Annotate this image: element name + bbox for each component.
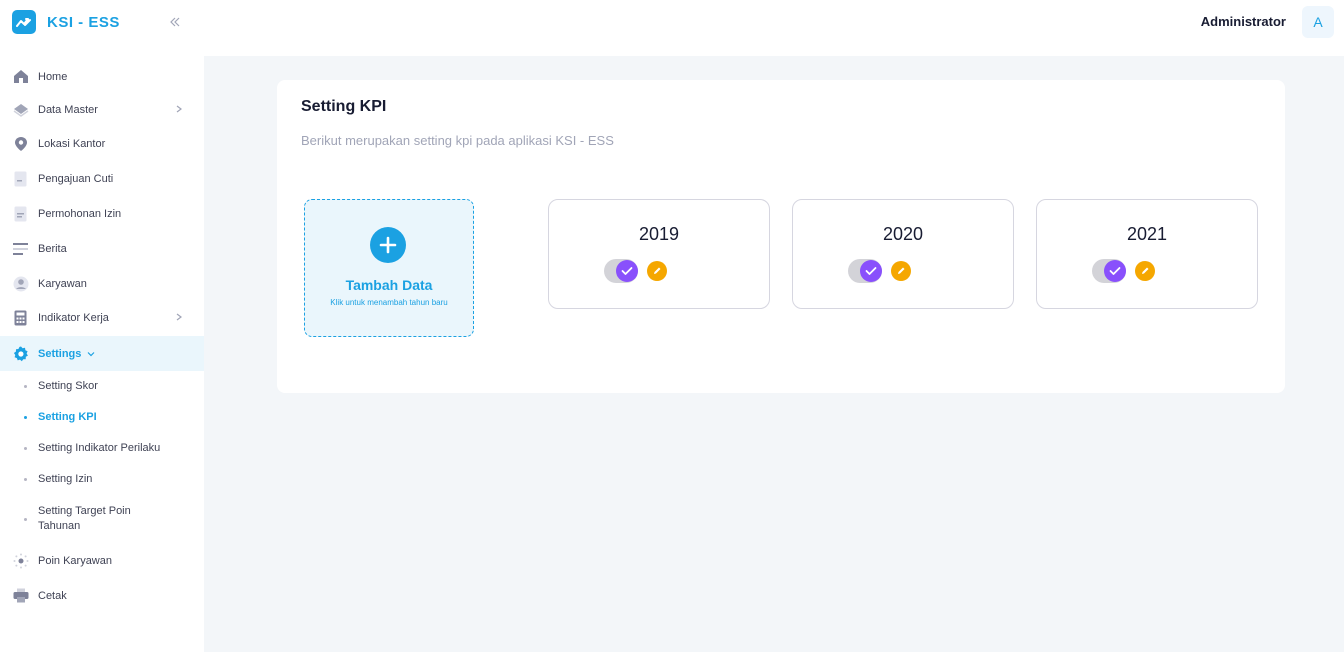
sidebar-subitem-label: Setting Skor <box>38 380 98 392</box>
user-circle-icon <box>12 275 29 292</box>
add-year-title: Tambah Data <box>345 277 433 293</box>
document-icon <box>12 170 29 187</box>
year-label: 2019 <box>638 224 680 244</box>
sidebar-item-label: Permohonan Izin <box>38 207 122 220</box>
sidebar-subitem-label: Setting Target Poin Tahunan <box>38 505 131 532</box>
sidebar-item-label: Pengajuan Cuti <box>38 172 114 185</box>
edit-year-button[interactable] <box>647 261 667 281</box>
year-active-toggle[interactable] <box>604 259 638 283</box>
map-pin-icon <box>12 135 29 152</box>
sidebar-item-home[interactable]: Home <box>0 59 204 94</box>
year-card-2019: 2019 <box>548 199 770 309</box>
bullet-dot <box>24 416 27 419</box>
brand-name: KSI - ESS <box>47 13 120 31</box>
chevron-down-icon <box>87 352 95 357</box>
sidebar-item-permohonan-izin[interactable]: Permohonan Izin <box>0 196 204 231</box>
gear-icon <box>12 345 29 362</box>
sidebar-item-karyawan[interactable]: Karyawan <box>0 266 204 301</box>
sidebar-item-cetak[interactable]: Cetak <box>0 578 204 613</box>
year-active-toggle[interactable] <box>848 259 882 283</box>
sidebar-item-poin-karyawan[interactable]: Poin Karyawan <box>0 543 204 578</box>
add-year-button[interactable]: Tambah Data Klik untuk menambah tahun ba… <box>304 199 474 337</box>
sidebar-item-label: Indikator Kerja <box>38 311 109 324</box>
printer-icon <box>12 587 29 604</box>
add-year-subtitle: Klik untuk menambah tahun baru <box>330 298 448 307</box>
sidebar-item-label: Data Master <box>38 103 98 116</box>
avatar[interactable]: A <box>1302 6 1334 38</box>
pencil-icon <box>654 267 661 274</box>
double-chevron-left-icon <box>170 17 180 27</box>
sidebar-item-berita[interactable]: Berita <box>0 231 204 266</box>
bullet-dot <box>24 478 27 481</box>
sidebar-item-label: Berita <box>38 242 67 255</box>
check-icon <box>860 260 882 282</box>
brand-logo-icon <box>12 10 36 34</box>
sidebar-item-label: Poin Karyawan <box>38 554 112 567</box>
bullet-dot <box>24 385 27 388</box>
layers-icon <box>12 101 29 118</box>
home-icon <box>12 68 29 85</box>
setting-kpi-card: Setting KPI Berikut merupakan setting kp… <box>277 80 1285 393</box>
page-description: Berikut merupakan setting kpi pada aplik… <box>301 133 614 148</box>
edit-year-button[interactable] <box>891 261 911 281</box>
chevron-right-icon <box>176 313 182 321</box>
sidebar-item-settings[interactable]: Settings <box>0 336 204 371</box>
pencil-icon <box>898 267 905 274</box>
page-title: Setting KPI <box>301 98 387 115</box>
sidebar-item-label: Cetak <box>38 589 67 602</box>
collapse-sidebar-button[interactable] <box>166 13 184 31</box>
sidebar-item-pengajuan-cuti[interactable]: Pengajuan Cuti <box>0 161 204 196</box>
year-label: 2020 <box>882 224 924 244</box>
sidebar-item-label: Lokasi Kantor <box>38 137 106 150</box>
top-header: Administrator A <box>204 0 1344 56</box>
sidebar-item-label: Karyawan <box>38 277 87 290</box>
check-icon <box>1104 260 1126 282</box>
pencil-icon <box>1142 267 1149 274</box>
bullet-dot <box>24 518 27 521</box>
year-card-2020: 2020 <box>792 199 1014 309</box>
bullet-dot <box>24 447 27 450</box>
sun-icon <box>12 552 29 569</box>
year-label: 2021 <box>1126 224 1168 244</box>
sidebar-subitem-label: Setting Indikator Perilaku <box>38 442 161 454</box>
chevron-right-icon <box>176 105 182 113</box>
sidebar-item-indikator-kerja[interactable]: Indikator Kerja <box>0 300 204 335</box>
sidebar-subitem-label: Setting Izin <box>38 473 93 485</box>
news-icon <box>12 240 29 257</box>
sidebar: KSI - ESS Home Data Master Lokasi Kantor <box>0 0 204 652</box>
sidebar-item-lokasi-kantor[interactable]: Lokasi Kantor <box>0 126 204 161</box>
sidebar-item-label: Home <box>38 70 68 83</box>
calculator-icon <box>12 309 29 326</box>
year-card-2021: 2021 <box>1036 199 1258 309</box>
edit-year-button[interactable] <box>1135 261 1155 281</box>
document-text-icon <box>12 205 29 222</box>
user-name[interactable]: Administrator <box>1201 14 1286 29</box>
sidebar-item-data-master[interactable]: Data Master <box>0 92 204 127</box>
plus-circle-icon <box>370 227 406 263</box>
year-active-toggle[interactable] <box>1092 259 1126 283</box>
sidebar-subitem-label: Setting KPI <box>38 411 97 423</box>
check-icon <box>616 260 638 282</box>
sidebar-item-label: Settings <box>38 347 82 360</box>
